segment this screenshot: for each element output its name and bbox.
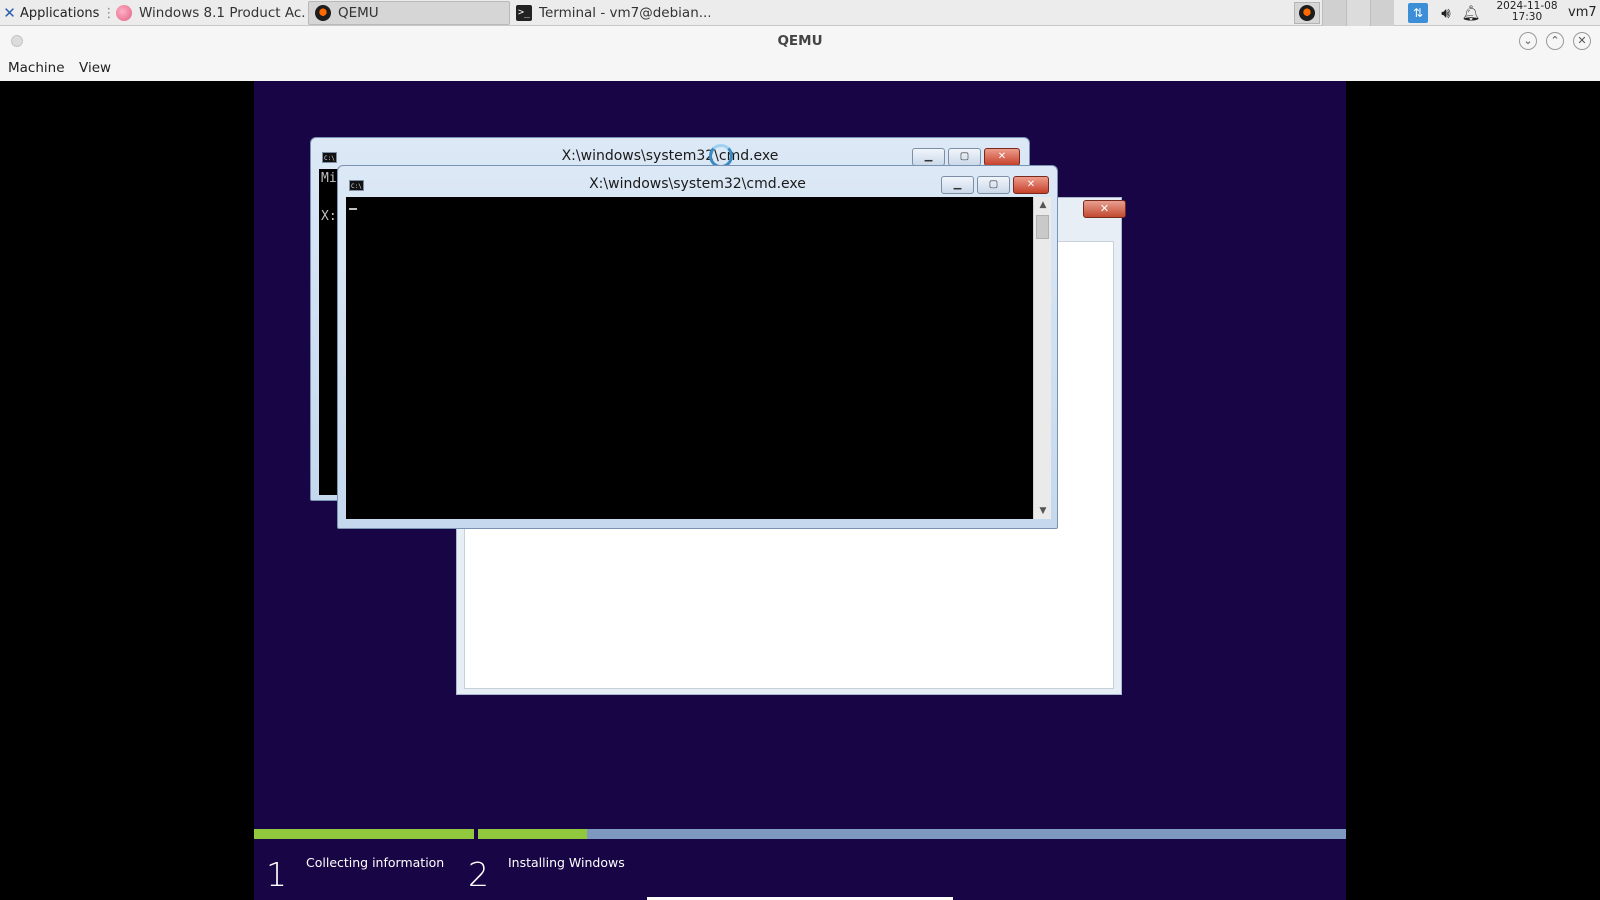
- guest-display[interactable]: ✕ C:\ X:\windows\system32\cmd.exe ▁ ▢ ✕ …: [254, 81, 1346, 900]
- progress-fill: [254, 829, 474, 839]
- step-label: Installing Windows: [508, 855, 625, 870]
- minimize-button[interactable]: ⌄: [1519, 32, 1537, 50]
- scroll-down-icon[interactable]: ▼: [1034, 503, 1052, 519]
- scroll-thumb[interactable]: [1036, 215, 1049, 239]
- firefox-icon: [116, 5, 132, 21]
- taskbar-label: Terminal - vm7@debian...: [539, 5, 710, 21]
- minimize-button[interactable]: ▁: [941, 176, 974, 194]
- console-line: Mi: [321, 171, 337, 186]
- step-label: Collecting information: [306, 855, 445, 870]
- applications-menu[interactable]: ✕ Applications ⋮: [2, 3, 115, 23]
- text-cursor: [349, 208, 357, 210]
- cmd-window-front[interactable]: C:\ X:\windows\system32\cmd.exe ▁ ▢ ✕ ▲ …: [337, 165, 1058, 529]
- close-button[interactable]: ✕: [1573, 32, 1591, 50]
- console-output[interactable]: [346, 197, 1033, 519]
- progress-segment-installing: [478, 829, 1346, 839]
- progress-fill: [478, 829, 587, 839]
- taskbar-button-qemu[interactable]: QEMU: [308, 1, 510, 25]
- qemu-titlebar: QEMU ⌄ ⌃ ✕: [0, 26, 1600, 56]
- top-panel: ✕ Applications ⋮ Windows 8.1 Product Ac.…: [0, 0, 1600, 26]
- clock[interactable]: 2024-11-08 17:30: [1490, 1, 1564, 23]
- notification-bell-icon[interactable]: 🔔︎: [1461, 3, 1481, 23]
- step-number: 1: [266, 855, 287, 894]
- clock-time: 17:30: [1511, 11, 1543, 23]
- menu-machine[interactable]: Machine: [8, 60, 65, 76]
- tray-qemu-button[interactable]: [1294, 2, 1320, 24]
- setup-close-button[interactable]: ✕: [1083, 200, 1126, 218]
- workspace-2[interactable]: [1346, 0, 1370, 26]
- progress-segment-collecting: [254, 829, 474, 839]
- taskbar-button-terminal[interactable]: >_ Terminal - vm7@debian...: [510, 1, 710, 25]
- close-button[interactable]: ✕: [984, 148, 1020, 166]
- applications-label: Applications: [20, 5, 100, 21]
- setup-progress-bar: [254, 829, 1346, 839]
- maximize-button[interactable]: ▢: [948, 148, 981, 166]
- scroll-up-icon[interactable]: ▲: [1034, 197, 1052, 213]
- maximize-button[interactable]: ▢: [977, 176, 1010, 194]
- taskbar-label: QEMU: [338, 5, 379, 21]
- workspace-3[interactable]: [1370, 0, 1394, 26]
- volume-icon[interactable]: 🔊︎: [1436, 3, 1456, 23]
- qemu-icon: [1299, 5, 1315, 21]
- menu-view[interactable]: View: [79, 60, 111, 76]
- step-number: 2: [468, 855, 489, 894]
- qemu-menubar: Machine View: [0, 56, 1600, 81]
- minimize-button[interactable]: ▁: [912, 148, 945, 166]
- taskbar-label: Windows 8.1 Product Ac...: [139, 5, 306, 21]
- terminal-icon: >_: [516, 5, 532, 21]
- network-icon[interactable]: ⇅: [1408, 3, 1428, 23]
- taskbar-button-firefox[interactable]: Windows 8.1 Product Ac...: [110, 1, 306, 25]
- vertical-scrollbar[interactable]: ▲ ▼: [1033, 197, 1051, 519]
- maximize-button[interactable]: ⌃: [1546, 32, 1564, 50]
- qemu-icon: [315, 5, 331, 21]
- window-title: QEMU: [777, 33, 823, 49]
- user-menu[interactable]: vm7: [1568, 5, 1597, 20]
- console-line: X:: [321, 209, 337, 224]
- xfce-mouse-icon: ✕: [3, 3, 16, 22]
- close-button[interactable]: ✕: [1013, 176, 1049, 194]
- workspace-1[interactable]: [1322, 0, 1346, 26]
